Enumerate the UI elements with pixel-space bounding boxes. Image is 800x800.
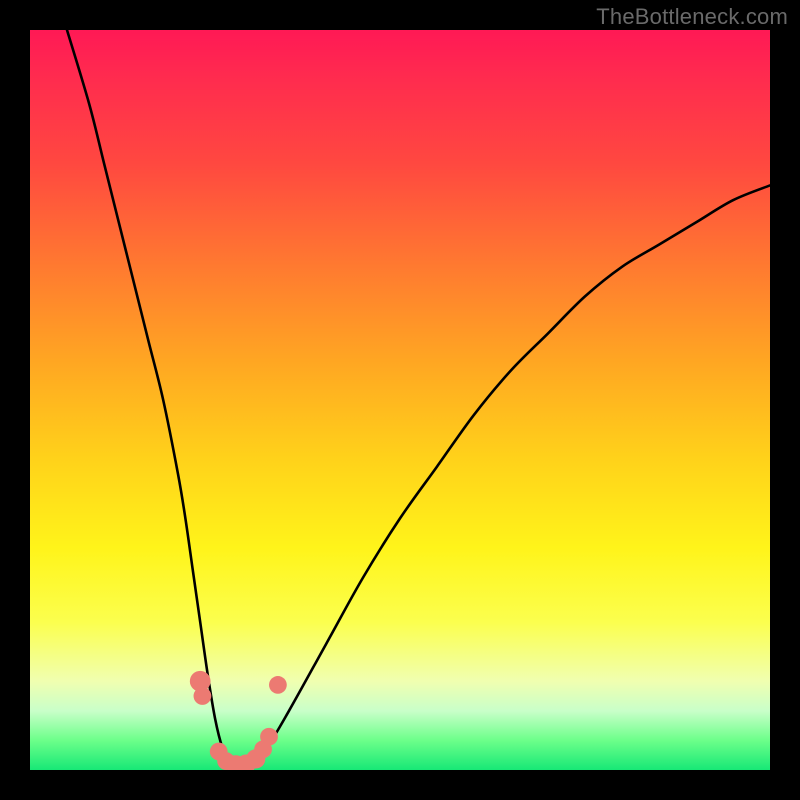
bottleneck-curve-path	[67, 30, 770, 770]
curve-marker	[194, 687, 212, 705]
chart-frame: TheBottleneck.com	[0, 0, 800, 800]
curve-marker	[260, 728, 278, 746]
watermark-text: TheBottleneck.com	[596, 4, 788, 30]
curve-marker	[269, 676, 287, 694]
plot-area	[30, 30, 770, 770]
bottleneck-chart	[30, 30, 770, 770]
curve-markers	[190, 671, 287, 770]
